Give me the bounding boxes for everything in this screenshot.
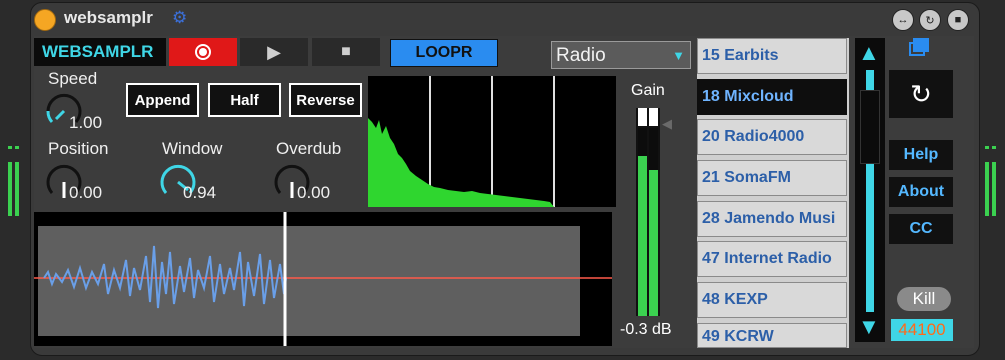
brand-label: WEBSAMPLR xyxy=(34,38,166,66)
position-value: 0.00 xyxy=(69,183,103,202)
stop-icon: ■ xyxy=(341,43,351,60)
scrollbar[interactable]: ▲ ▼ xyxy=(855,38,885,342)
gain-slider-arrow-icon[interactable]: ◀ xyxy=(662,116,672,132)
position-label: Position xyxy=(48,139,109,158)
kill-button[interactable]: Kill xyxy=(897,287,951,311)
gain-meter[interactable] xyxy=(636,108,660,316)
chevron-down-icon: ▼ xyxy=(672,48,685,63)
list-item[interactable]: 21 SomaFM xyxy=(697,160,847,196)
cc-button[interactable]: CC xyxy=(889,214,953,244)
device-power-button[interactable] xyxy=(34,9,56,31)
refresh-icon: ↻ xyxy=(910,78,932,109)
window-icon[interactable] xyxy=(909,38,931,60)
waveform-display xyxy=(34,212,612,346)
speed-label: Speed xyxy=(48,69,98,88)
save-preset-icon[interactable]: ■ xyxy=(947,9,969,31)
stop-button[interactable]: ■ xyxy=(312,38,380,66)
overdub-value: 0.00 xyxy=(297,183,331,202)
reverse-button[interactable]: Reverse xyxy=(289,83,362,117)
hot-swap-icon[interactable]: ↻ xyxy=(919,9,941,31)
list-item[interactable]: 20 Radio4000 xyxy=(697,119,847,155)
gain-value: -0.3 dB xyxy=(620,321,672,338)
gain-label: Gain xyxy=(631,82,665,99)
about-button[interactable]: About xyxy=(889,177,953,207)
play-icon: ▶ xyxy=(267,41,281,62)
speed-value: 1.00 xyxy=(69,113,103,132)
scroll-up-icon[interactable]: ▲ xyxy=(858,40,880,66)
help-button[interactable]: Help xyxy=(889,140,953,170)
source-dropdown[interactable]: Radio ▼ xyxy=(551,41,691,69)
list-item[interactable]: 49 KCRW xyxy=(697,323,847,348)
record-button[interactable] xyxy=(169,38,237,66)
gear-icon[interactable]: ⚙ xyxy=(172,8,187,28)
map-button-icon[interactable]: ↔ xyxy=(892,9,914,31)
window-value: 0.94 xyxy=(183,183,217,202)
record-icon xyxy=(195,44,211,60)
source-dropdown-value: Radio xyxy=(556,45,606,66)
spectrum-display xyxy=(368,76,616,207)
list-item[interactable]: 47 Internet Radio xyxy=(697,241,847,277)
scroll-down-icon[interactable]: ▼ xyxy=(858,314,880,340)
append-button[interactable]: Append xyxy=(126,83,199,117)
device-title: websamplr xyxy=(64,8,153,27)
half-button[interactable]: Half xyxy=(208,83,281,117)
list-item[interactable]: 48 KEXP xyxy=(697,282,847,318)
overdub-label: Overdub xyxy=(276,139,342,158)
list-item[interactable]: 28 Jamendo Musi xyxy=(697,201,847,237)
list-item-selected[interactable]: 18 Mixcloud xyxy=(697,79,847,115)
right-edge-meter xyxy=(985,140,997,216)
left-edge-meter xyxy=(8,140,20,216)
window-label: Window xyxy=(162,139,223,158)
list-item[interactable]: 15 Earbits xyxy=(697,38,847,74)
scrollbar-thumb[interactable] xyxy=(860,90,880,164)
play-button[interactable]: ▶ xyxy=(240,38,308,66)
loopr-button[interactable]: LOOPR xyxy=(390,39,498,67)
refresh-button[interactable]: ↻ xyxy=(889,70,953,118)
sample-rate-display: 44100 xyxy=(891,319,953,341)
